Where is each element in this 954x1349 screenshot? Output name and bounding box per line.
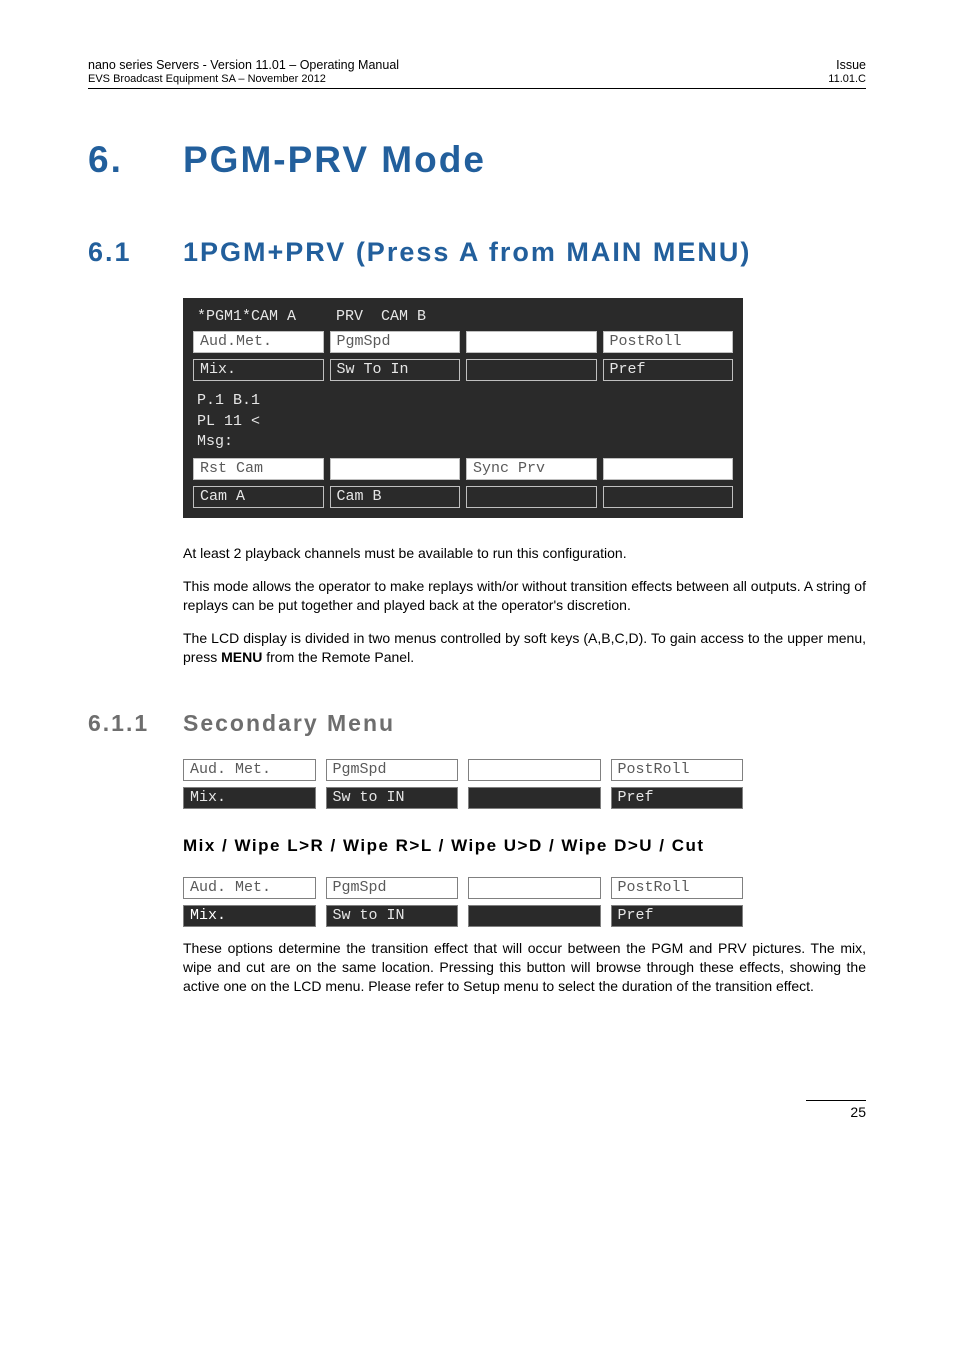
heading-2-number: 6.1 bbox=[88, 229, 183, 276]
m1-mix: Mix. bbox=[183, 787, 316, 809]
lcd-mid-text: P.1 B.1 PL 11 < Msg: bbox=[193, 381, 733, 458]
heading-1-text: PGM-PRV Mode bbox=[183, 139, 866, 181]
secondary-menu-1: Aud. Met. PgmSpd PostRoll Mix. Sw to IN … bbox=[183, 759, 866, 809]
m2-swtoin: Sw to IN bbox=[326, 905, 459, 927]
heading-2: 6.1 1PGM+PRV (Press A from MAIN MENU) bbox=[88, 229, 866, 276]
lcd-cell-empty-6 bbox=[603, 486, 734, 508]
lcd-cell-empty-4 bbox=[603, 458, 734, 480]
m1-audmet: Aud. Met. bbox=[183, 759, 316, 781]
lcd-cell-empty-1 bbox=[466, 331, 597, 353]
secondary-menu-2: Aud. Met. PgmSpd PostRoll Mix. Sw to IN … bbox=[183, 877, 866, 927]
heading-1: 6. PGM-PRV Mode bbox=[88, 139, 866, 181]
lcd-cell-pgmspd: PgmSpd bbox=[330, 331, 461, 353]
heading-3-number: 6.1.1 bbox=[88, 710, 183, 737]
lcd-cell-audmet: Aud.Met. bbox=[193, 331, 324, 353]
m2-empty-1 bbox=[468, 877, 601, 899]
m2-audmet: Aud. Met. bbox=[183, 877, 316, 899]
lcd-cell-empty-3 bbox=[330, 458, 461, 480]
heading-3-text: Secondary Menu bbox=[183, 710, 866, 737]
lcd-cell-pref: Pref bbox=[603, 359, 734, 381]
lcd-title-left: *PGM1*CAM A bbox=[197, 308, 296, 325]
m2-mix: Mix. bbox=[183, 905, 316, 927]
paragraph-4: These options determine the transition e… bbox=[183, 939, 866, 996]
paragraph-3-bold: MENU bbox=[221, 649, 262, 665]
m2-empty-2 bbox=[468, 905, 601, 927]
m1-postroll: PostRoll bbox=[611, 759, 744, 781]
m2-pgmspd: PgmSpd bbox=[326, 877, 459, 899]
m1-pref: Pref bbox=[611, 787, 744, 809]
m1-swtoin: Sw to IN bbox=[326, 787, 459, 809]
lcd-cell-empty-2 bbox=[466, 359, 597, 381]
paragraph-3c: from the Remote Panel. bbox=[262, 649, 414, 665]
heading-1-number: 6. bbox=[88, 139, 183, 181]
page-number: 25 bbox=[806, 1100, 866, 1120]
header-sub-left: EVS Broadcast Equipment SA – November 20… bbox=[88, 73, 326, 85]
header-sub-right: 11.01.C bbox=[828, 73, 866, 85]
heading-4: Mix / Wipe L>R / Wipe R>L / Wipe U>D / W… bbox=[183, 829, 866, 863]
m1-empty-2 bbox=[468, 787, 601, 809]
header-right: Issue bbox=[836, 58, 866, 72]
m1-pgmspd: PgmSpd bbox=[326, 759, 459, 781]
lcd-cell-swtoin: Sw To In bbox=[330, 359, 461, 381]
lcd-cell-syncprv: Sync Prv bbox=[466, 458, 597, 480]
lcd-cell-empty-5 bbox=[466, 486, 597, 508]
header-left: nano series Servers - Version 11.01 – Op… bbox=[88, 58, 399, 72]
lcd-panel: *PGM1*CAM A PRV CAM B Aud.Met. PgmSpd Po… bbox=[183, 298, 866, 518]
lcd-cell-rstcam: Rst Cam bbox=[193, 458, 324, 480]
lcd-title-right: PRV CAM B bbox=[336, 308, 426, 325]
heading-2-text: 1PGM+PRV (Press A from MAIN MENU) bbox=[183, 229, 866, 276]
paragraph-1: At least 2 playback channels must be ava… bbox=[183, 544, 866, 563]
paragraph-2: This mode allows the operator to make re… bbox=[183, 577, 866, 615]
m2-pref: Pref bbox=[611, 905, 744, 927]
lcd-cell-camb: Cam B bbox=[330, 486, 461, 508]
heading-3: 6.1.1 Secondary Menu bbox=[88, 710, 866, 737]
lcd-cell-postroll: PostRoll bbox=[603, 331, 734, 353]
m1-empty-1 bbox=[468, 759, 601, 781]
m2-postroll: PostRoll bbox=[611, 877, 744, 899]
lcd-cell-cama: Cam A bbox=[193, 486, 324, 508]
paragraph-3: The LCD display is divided in two menus … bbox=[183, 629, 866, 667]
lcd-cell-mix: Mix. bbox=[193, 359, 324, 381]
